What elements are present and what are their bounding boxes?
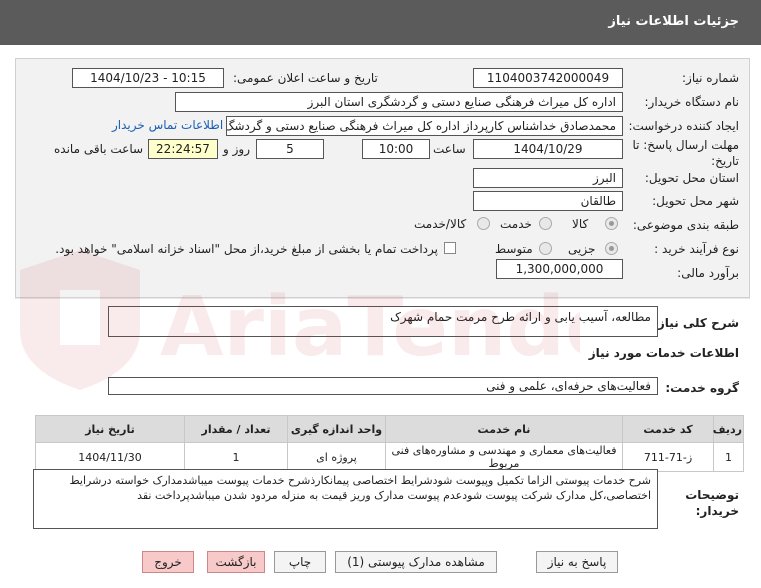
need-number-field[interactable]: 1104003742000049	[473, 68, 623, 88]
services-table: ردیف کد خدمت نام خدمت واحد اندازه گیری ت…	[35, 415, 744, 472]
deadline-date-field[interactable]: 1404/10/29	[473, 139, 623, 159]
exit-button[interactable]: خروج	[142, 551, 194, 573]
budget-label: برآورد مالی:	[677, 266, 739, 280]
column-header-row-number: ردیف	[713, 415, 744, 443]
remaining-time-label: ساعت باقی مانده	[54, 142, 144, 156]
process-option-minor: جزیی	[568, 242, 596, 256]
process-radio-minor[interactable]	[605, 242, 618, 255]
column-header-service-name: نام خدمت	[385, 415, 623, 443]
province-field[interactable]: البرز	[473, 168, 623, 188]
cell-quantity: 1	[184, 442, 288, 472]
reply-to-need-button[interactable]: پاسخ به نیاز	[536, 551, 618, 573]
category-option-goods-service: کالا/خدمت	[414, 217, 467, 231]
city-label: شهر محل تحویل:	[652, 194, 739, 208]
service-group-field[interactable]: فعالیت‌های حرفه‌ای، علمی و فنی	[108, 377, 658, 395]
remaining-time-field[interactable]: 22:24:57	[148, 139, 218, 159]
buyer-org-field[interactable]: اداره کل میراث فرهنگی صنایع دستی و گردشگ…	[175, 92, 623, 112]
buyer-org-label: نام دستگاه خریدار:	[644, 95, 740, 109]
buyer-contact-link[interactable]: اطلاعات تماس خریدار	[112, 118, 223, 132]
column-header-service-code: کد خدمت	[622, 415, 714, 443]
services-section-title: اطلاعات خدمات مورد نیاز	[588, 346, 739, 360]
buyer-notes-label: توضیحات خریدار:	[685, 488, 739, 518]
province-label: استان محل تحویل:	[644, 171, 739, 185]
process-label: نوع فرآیند خرید :	[654, 242, 739, 256]
deadline-time-field[interactable]: 10:00	[362, 139, 430, 159]
cell-unit: پروژه ای	[287, 442, 386, 472]
city-field[interactable]: طالقان	[473, 191, 623, 211]
budget-field[interactable]: 1,300,000,000	[496, 259, 623, 279]
table-row: 1 ز-71-711 فعالیت‌های معماری و مهندسی و …	[35, 442, 744, 472]
services-table-header-row: ردیف کد خدمت نام خدمت واحد اندازه گیری ت…	[35, 415, 744, 443]
cell-need-date: 1404/11/30	[35, 442, 185, 472]
days-label: روز و	[223, 142, 250, 156]
description-field[interactable]: مطالعه، آسیب یابی و ارائه طرح مرمت حمام …	[108, 306, 658, 337]
cell-row-number: 1	[713, 442, 744, 472]
category-radio-goods-service[interactable]	[477, 217, 490, 230]
creator-field[interactable]: محمدصادق خداشناس کارپرداز اداره کل میراث…	[226, 116, 623, 136]
section-divider	[15, 298, 750, 299]
treasury-payment-note: پرداخت تمام یا بخشی از مبلغ خرید،از محل …	[55, 242, 438, 256]
service-group-label: گروه خدمت:	[665, 381, 739, 395]
announce-datetime-label: تاریخ و ساعت اعلان عمومی:	[233, 71, 378, 85]
announce-datetime-field[interactable]: 1404/10/23 - 10:15	[72, 68, 224, 88]
process-radio-medium[interactable]	[539, 242, 552, 255]
page-title: جزئیات اطلاعات نیاز	[608, 14, 739, 29]
deadline-label: مهلت ارسال پاسخ: تا تاریخ:	[632, 138, 739, 168]
category-label: طبقه بندی موضوعی:	[632, 218, 739, 232]
cell-service-code: ز-71-711	[622, 442, 714, 472]
description-label: شرح کلی نیاز:	[653, 316, 739, 330]
category-option-service: خدمت	[500, 217, 532, 231]
deadline-time-label: ساعت	[433, 142, 466, 156]
category-radio-service[interactable]	[539, 217, 552, 230]
back-button[interactable]: بازگشت	[207, 551, 265, 573]
print-button[interactable]: چاپ	[274, 551, 326, 573]
days-remaining-field[interactable]: 5	[256, 139, 324, 159]
category-radio-goods[interactable]	[605, 217, 618, 230]
view-attachments-button[interactable]: مشاهده مدارک پیوستی (1)	[335, 551, 497, 573]
column-header-need-date: تاریخ نیاز	[35, 415, 185, 443]
treasury-payment-checkbox[interactable]	[444, 242, 456, 254]
creator-label: ایجاد کننده درخواست:	[628, 119, 739, 133]
category-option-goods: کالا	[572, 217, 589, 231]
column-header-quantity: تعداد / مقدار	[184, 415, 288, 443]
need-number-label: شماره نیاز:	[682, 71, 739, 85]
buyer-notes-field[interactable]: شرح خدمات پیوستی الزاما تکمیل وپیوست شود…	[33, 469, 658, 529]
cell-service-name: فعالیت‌های معماری و مهندسی و مشاوره‌های …	[385, 442, 623, 472]
process-option-medium: متوسط	[495, 242, 533, 256]
column-header-unit: واحد اندازه گیری	[287, 415, 386, 443]
